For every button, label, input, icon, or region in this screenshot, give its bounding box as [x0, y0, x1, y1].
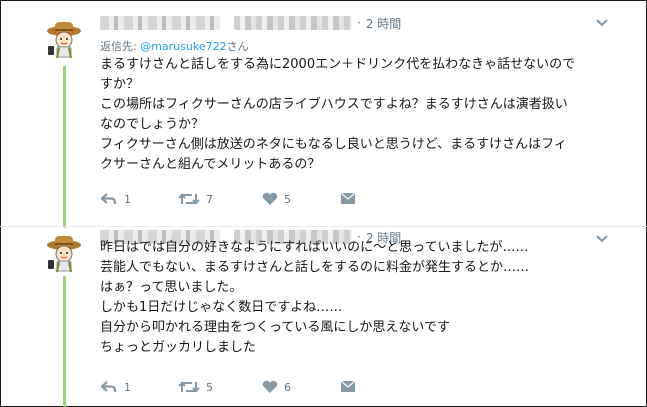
tweet-text-line: はぁ？って思いました。 — [100, 280, 243, 295]
reply-to-handle[interactable]: @marusuke722 — [140, 40, 226, 53]
tweet-text: 昨日はでは自分の好きなようにすればいいのに〜と思っていましたが…… 芸能人でもな… — [100, 238, 620, 358]
chevron-down-icon[interactable] — [595, 18, 609, 28]
reply-to-suffix: さん — [226, 40, 249, 53]
tweet-text-line: フィクサーさん側は放送のネタにもなるし良いと思うけど、まるすけさんはフィ — [100, 137, 567, 152]
reply-count: 1 — [124, 380, 131, 394]
avatar[interactable] — [44, 234, 84, 274]
like-button[interactable]: 6 — [262, 378, 291, 396]
thread-line — [63, 276, 66, 407]
reply-to-label: 返信先: — [100, 40, 141, 53]
tweet-text-line: すか？ — [100, 77, 140, 92]
retweet-button[interactable]: 7 — [178, 190, 213, 208]
retweet-button[interactable]: 5 — [178, 378, 213, 396]
retweet-count: 7 — [206, 192, 213, 206]
display-name-redacted[interactable] — [100, 16, 220, 30]
like-button[interactable]: 5 — [262, 190, 291, 208]
tweet-text-line: なのでしょうか？ — [100, 117, 205, 132]
tweet-text-line: ちょっとガッカリしました — [100, 340, 257, 355]
tweet-text-line: クサーさんと組んでメリットあるの？ — [100, 157, 321, 172]
retweet-icon — [178, 193, 200, 205]
reply-button[interactable]: 1 — [100, 190, 131, 208]
tweet[interactable]: · 2 時間 返信先: @marusuke722さん まるすけさんと話しをする為… — [0, 0, 647, 228]
tweet-text-line: 自分から叩かれる理由をつくっている風にしか思えないです — [100, 320, 450, 335]
tweet-text-line: まるすけさんと話しをする為に2000エン＋ドリンク代を払わなきゃ話せないので — [100, 57, 576, 72]
tweet-header: · 2 時間 — [100, 14, 401, 32]
reply-count: 1 — [124, 192, 131, 206]
timestamp[interactable]: 2 時間 — [366, 15, 401, 32]
reply-button[interactable]: 1 — [100, 378, 131, 396]
like-count: 5 — [284, 192, 291, 206]
reply-icon — [100, 381, 117, 392]
separator-dot: · — [357, 16, 361, 30]
reply-icon — [100, 193, 117, 204]
like-count: 6 — [284, 380, 291, 394]
tweet-text: まるすけさんと話しをする為に2000エン＋ドリンク代を払わなきゃ話せないので す… — [100, 55, 620, 175]
avatar[interactable] — [44, 20, 84, 60]
thread-line — [63, 66, 66, 228]
tweet-text-line: 芸能人でもない、まるすけさんと話しをするのに料金が発生するとか…… — [100, 260, 530, 275]
tweet-text-line: 昨日はでは自分の好きなようにすればいいのに〜と思っていましたが…… — [100, 240, 529, 255]
heart-icon — [262, 380, 278, 393]
dm-icon[interactable] — [340, 378, 356, 394]
tweet-text-line: この場所はフィクサーさんの店ライブハウスですよね？まるすけさんは演者扱い — [100, 97, 568, 112]
tweet-text-line: しかも1日だけじゃなく数日ですよね…… — [100, 300, 343, 315]
username-redacted[interactable] — [234, 16, 352, 30]
retweet-count: 5 — [206, 380, 213, 394]
reply-to: 返信先: @marusuke722さん — [100, 38, 249, 54]
retweet-icon — [178, 381, 200, 393]
tweet[interactable]: · 2 時間 昨日はでは自分の好きなようにすればいいのに〜と思っていましたが……… — [0, 226, 647, 407]
dm-icon[interactable] — [340, 190, 356, 206]
heart-icon — [262, 192, 278, 205]
